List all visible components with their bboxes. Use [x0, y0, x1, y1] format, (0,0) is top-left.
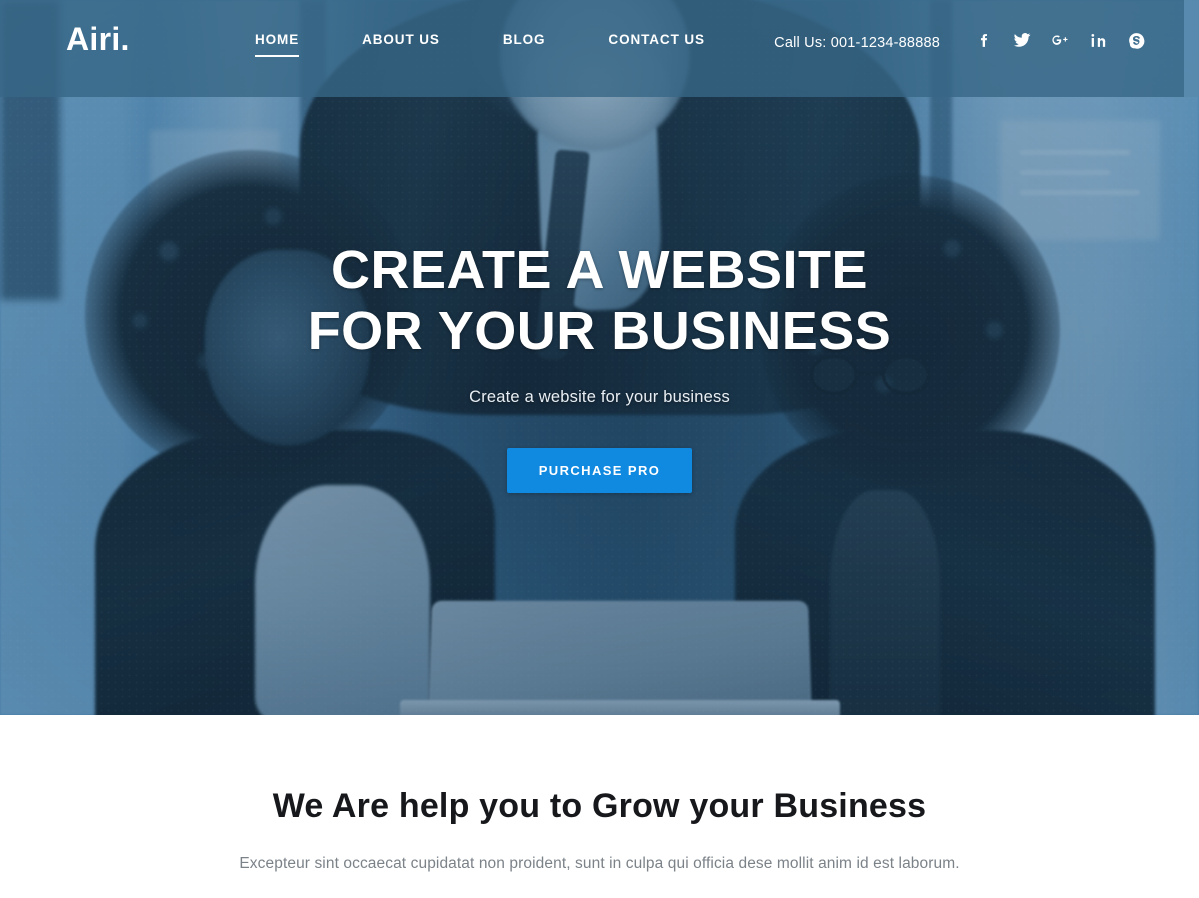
about-section: We Are help you to Grow your Business Ex… [0, 715, 1199, 898]
nav-item-contact-us[interactable]: CONTACT US [608, 32, 705, 47]
social-links [975, 31, 1145, 49]
hero-subtitle: Create a website for your business [469, 387, 730, 406]
hero-title: CREATE A WEBSITE FOR YOUR BUSINESS [308, 240, 892, 361]
skype-icon[interactable] [1127, 31, 1145, 49]
linkedin-icon[interactable] [1089, 31, 1107, 49]
hero-title-line-2: FOR YOUR BUSINESS [307, 300, 892, 361]
twitter-icon[interactable] [1013, 31, 1031, 49]
nav-item-home[interactable]: HOME [255, 32, 300, 57]
primary-navigation: HOME ABOUT US BLOG CONTACT US [255, 32, 705, 57]
nav-item-about-us[interactable]: ABOUT US [362, 32, 440, 47]
call-us-text[interactable]: Call Us: 001-1234-88888 [770, 30, 940, 56]
header-right-edge [1184, 0, 1199, 97]
hero-title-line-1: CREATE A WEBSITE [330, 240, 868, 301]
about-description: Excepteur sint occaecat cupidatat non pr… [239, 855, 960, 872]
nav-item-blog[interactable]: BLOG [503, 32, 546, 47]
hero-section: CREATE A WEBSITE FOR YOUR BUSINESS Creat… [0, 0, 1199, 715]
purchase-pro-button[interactable]: PURCHASE PRO [506, 447, 693, 493]
site-logo[interactable]: Airi. [66, 23, 130, 55]
google-plus-icon[interactable] [1051, 31, 1069, 49]
facebook-icon[interactable] [975, 31, 993, 49]
about-heading: We Are help you to Grow your Business [272, 787, 927, 825]
page-root: CREATE A WEBSITE FOR YOUR BUSINESS Creat… [0, 0, 1199, 898]
hero-content: CREATE A WEBSITE FOR YOUR BUSINESS Creat… [0, 0, 1199, 715]
site-header: Airi. HOME ABOUT US BLOG CONTACT US Call… [0, 0, 1199, 97]
